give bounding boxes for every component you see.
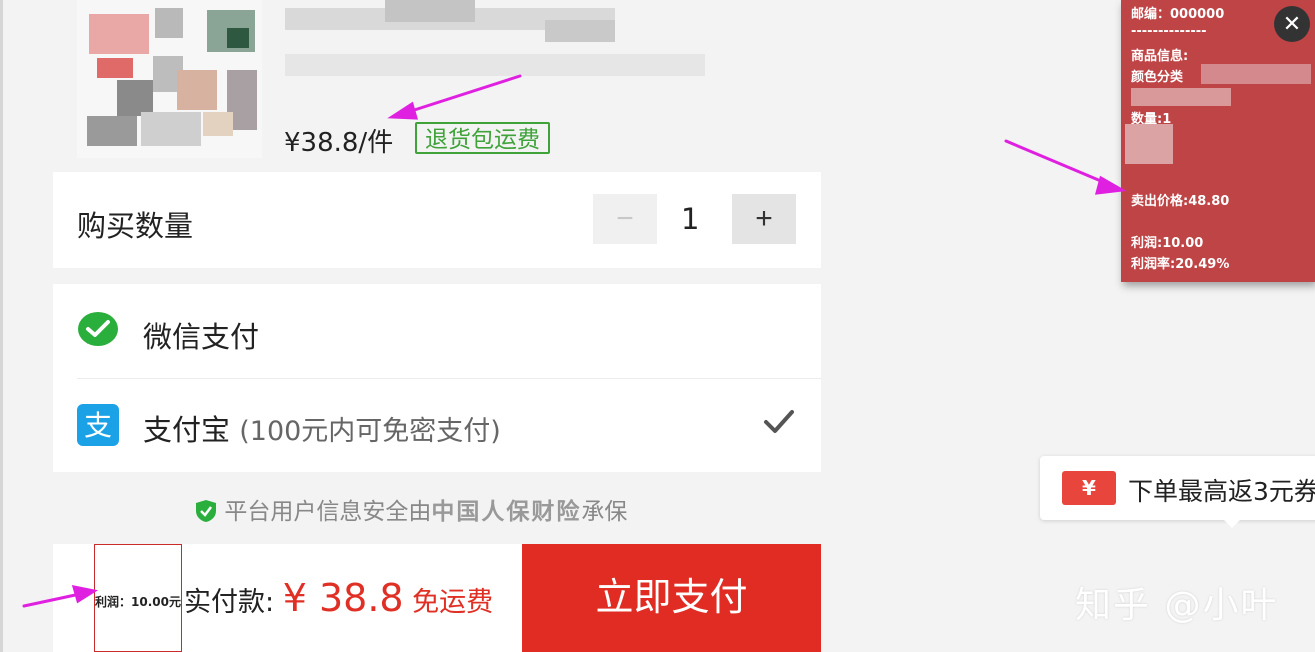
- arrow-to-price: [403, 74, 522, 115]
- arrow-to-profit-tag: [22, 592, 82, 608]
- arrow-head: [71, 585, 98, 604]
- arrow-to-sell-price: [1004, 139, 1110, 186]
- annotation-arrows: [22, 74, 1127, 608]
- arrow-head: [1094, 175, 1127, 195]
- arrow-head: [387, 101, 419, 120]
